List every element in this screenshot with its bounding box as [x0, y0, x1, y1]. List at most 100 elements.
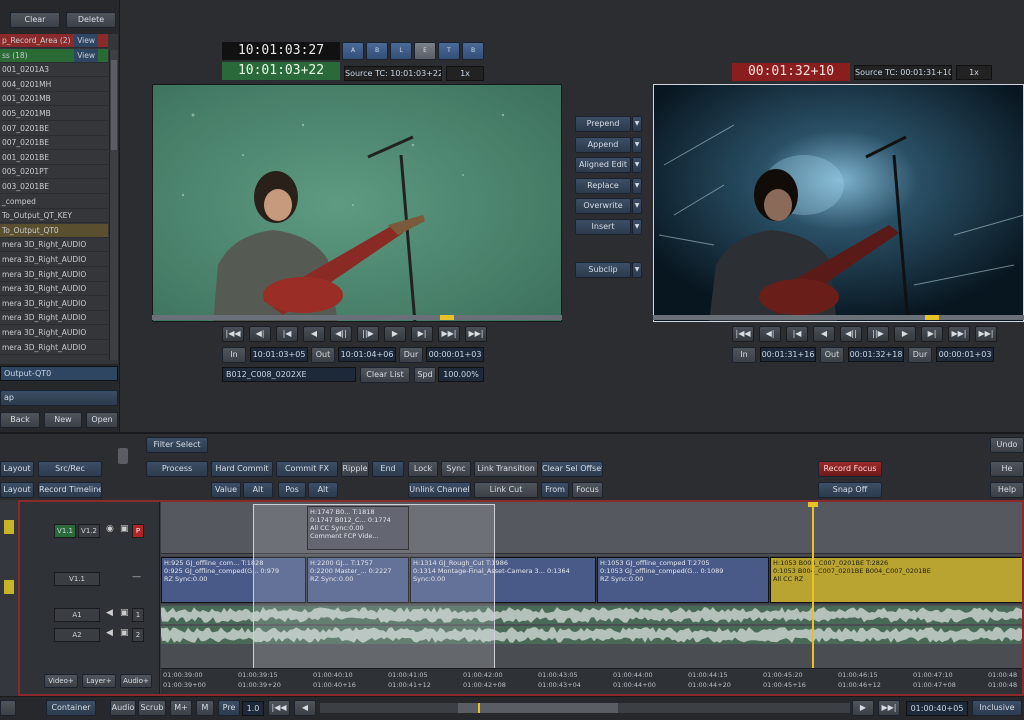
bin-item[interactable]: 003_0201BE	[0, 180, 108, 194]
record-timecode-main[interactable]: 00:01:32+10	[732, 63, 850, 81]
end-button[interactable]: End	[372, 461, 404, 477]
record-transport-icon[interactable]: ▶▶|	[975, 326, 997, 342]
source-mode-button[interactable]: A	[342, 42, 364, 60]
value-button[interactable]: Value	[211, 482, 241, 498]
pos-button[interactable]: Pos	[278, 482, 306, 498]
audio-plus-button[interactable]: Audio+	[120, 674, 152, 688]
source-transport-icon[interactable]: ▶▶|	[438, 326, 460, 342]
audio-button[interactable]: Audio	[110, 700, 136, 716]
lock-button[interactable]: Lock	[408, 461, 438, 477]
record-out-value[interactable]: 00:01:32+18	[848, 347, 904, 362]
status-scroll-track[interactable]	[320, 703, 850, 713]
source-transport-icon[interactable]: ◀	[303, 326, 325, 342]
go-end-icon[interactable]: ▶▶|	[878, 700, 900, 716]
snap-off-button[interactable]: Snap Off	[818, 482, 882, 498]
chevron-down-icon[interactable]: ▼	[632, 262, 642, 278]
source-clip-name[interactable]: B012_C008_0202XE	[222, 367, 356, 382]
spd-button[interactable]: Spd	[414, 367, 436, 383]
playhead[interactable]	[812, 502, 814, 670]
bin-delete-button[interactable]: Delete	[66, 12, 116, 28]
bin-item[interactable]: ss (18) View	[0, 48, 108, 63]
go-start-icon[interactable]: |◀◀	[268, 700, 290, 716]
spd-value[interactable]: 100.00%	[438, 367, 484, 382]
bin-item[interactable]: mera 3D_Right_AUDIO	[0, 268, 108, 282]
record-viewer-frame[interactable]	[653, 84, 1024, 322]
source-transport-icon[interactable]: ◀||	[330, 326, 352, 342]
source-timecode-main[interactable]: 10:01:03+22	[222, 62, 340, 80]
track-v11-name[interactable]: V1.1	[54, 572, 100, 586]
track-patch-button[interactable]: P	[132, 524, 144, 538]
clip-4[interactable]: H:1053 GJ_offline_comped T:2705 0:1053 GJ…	[597, 557, 769, 603]
track-a1-name[interactable]: A1	[54, 608, 100, 622]
unlink-channel-button[interactable]: Unlink Channel	[408, 482, 471, 498]
chevron-down-icon[interactable]: ▼	[632, 198, 642, 214]
bin-item-view-button[interactable]: View	[74, 48, 98, 62]
chevron-down-icon[interactable]: ▼	[632, 218, 642, 235]
lock-icon-a2[interactable]: ▣	[120, 628, 129, 638]
link-cut-button[interactable]: Link Cut	[474, 482, 538, 498]
video-plus-button[interactable]: Video+	[44, 674, 78, 688]
source-viewer-frame[interactable]	[152, 84, 562, 322]
track-area[interactable]: H:1747 B0... T:1818 0:1747 B012_C... 0:1…	[161, 502, 1022, 694]
source-mode-button[interactable]: L	[390, 42, 412, 60]
track-selector-yellow[interactable]	[4, 520, 14, 534]
bin-item[interactable]: _comped	[0, 195, 108, 209]
edit-button-append[interactable]: Append	[575, 136, 631, 153]
track-v11-toggle-icon[interactable]: —	[132, 572, 141, 582]
pre-button[interactable]: Pre	[218, 700, 240, 716]
clear-list-button[interactable]: Clear List	[360, 367, 410, 383]
source-mode-button[interactable]: B	[366, 42, 388, 60]
record-out-button[interactable]: Out	[820, 347, 844, 363]
commit-fx-button[interactable]: Commit FX	[276, 461, 338, 477]
record-transport-icon[interactable]: ▶▶|	[948, 326, 970, 342]
container-button[interactable]: Container	[46, 700, 96, 716]
from-button[interactable]: From	[541, 482, 569, 498]
selection-overlay[interactable]	[253, 504, 495, 692]
source-in-button[interactable]: In	[222, 347, 246, 363]
alt-button-2[interactable]: Alt	[308, 482, 338, 498]
alt-button-1[interactable]: Alt	[243, 482, 273, 498]
help-button[interactable]: Help	[990, 482, 1024, 498]
speaker-icon-a2[interactable]: ◀	[106, 628, 113, 638]
record-transport-icon[interactable]: ▶|	[921, 326, 943, 342]
clear-sel-offset-button[interactable]: Clear Sel Offset	[541, 461, 603, 477]
new-button[interactable]: New	[44, 412, 82, 428]
status-left-button[interactable]	[0, 700, 16, 716]
source-scrub-bar[interactable]	[152, 315, 562, 320]
m-button[interactable]: M	[196, 700, 214, 716]
speaker-icon-a1[interactable]: ◀	[106, 608, 113, 618]
inclusive-button[interactable]: Inclusive	[972, 700, 1022, 716]
ripple-button[interactable]: Ripple	[341, 461, 369, 477]
record-dur-value[interactable]: 00:00:01+03	[936, 347, 994, 362]
bin-item[interactable]: mera 3D_Right_AUDIO	[0, 326, 108, 340]
record-transport-icon[interactable]: ◀||	[840, 326, 862, 342]
bin-item[interactable]: To_Output_QT0	[0, 223, 108, 238]
record-scrub-bar[interactable]	[653, 315, 1024, 320]
source-out-value[interactable]: 10:01:04+06	[338, 347, 396, 362]
status-timecode[interactable]: 01:00:40+05	[906, 701, 968, 716]
record-transport-icon[interactable]: |◀	[786, 326, 808, 342]
edit-button-prepend[interactable]: Prepend	[575, 116, 631, 132]
source-out-button[interactable]: Out	[311, 347, 335, 363]
bin-item[interactable]: 007_0201BE	[0, 136, 108, 151]
layout-button[interactable]: Layout	[0, 461, 34, 477]
output-field[interactable]: Output-QT0	[0, 366, 118, 381]
timeline-ruler[interactable]: 01:00:39:00 01:00:39+00 01:00:39:15 01:00:3…	[161, 668, 1022, 694]
he-button[interactable]: He	[990, 461, 1024, 477]
filter-handle-icon[interactable]	[118, 448, 128, 464]
edit-button-replace[interactable]: Replace	[575, 177, 631, 194]
record-timeline-button[interactable]: Record Timeline	[38, 482, 102, 498]
bin-item[interactable]: mera 3D_Right_AUDIO	[0, 238, 108, 253]
bin-scrollbar[interactable]	[109, 50, 118, 360]
record-in-value[interactable]: 00:01:31+16	[760, 347, 816, 362]
chevron-down-icon[interactable]: ▼	[632, 177, 642, 194]
record-in-button[interactable]: In	[732, 347, 756, 363]
source-in-value[interactable]: 10:01:03+05	[250, 347, 308, 362]
track-selector-yellow-2[interactable]	[4, 580, 14, 594]
filter-select-button[interactable]: Filter Select	[146, 437, 208, 453]
source-mode-button[interactable]: B	[462, 42, 484, 60]
layer-plus-button[interactable]: Layer+	[82, 674, 116, 688]
bin-item[interactable]: 007_0201BE	[0, 122, 108, 136]
bin-item[interactable]: p_Record_Area (2) View	[0, 34, 108, 48]
source-scrub-marker[interactable]	[440, 315, 454, 320]
